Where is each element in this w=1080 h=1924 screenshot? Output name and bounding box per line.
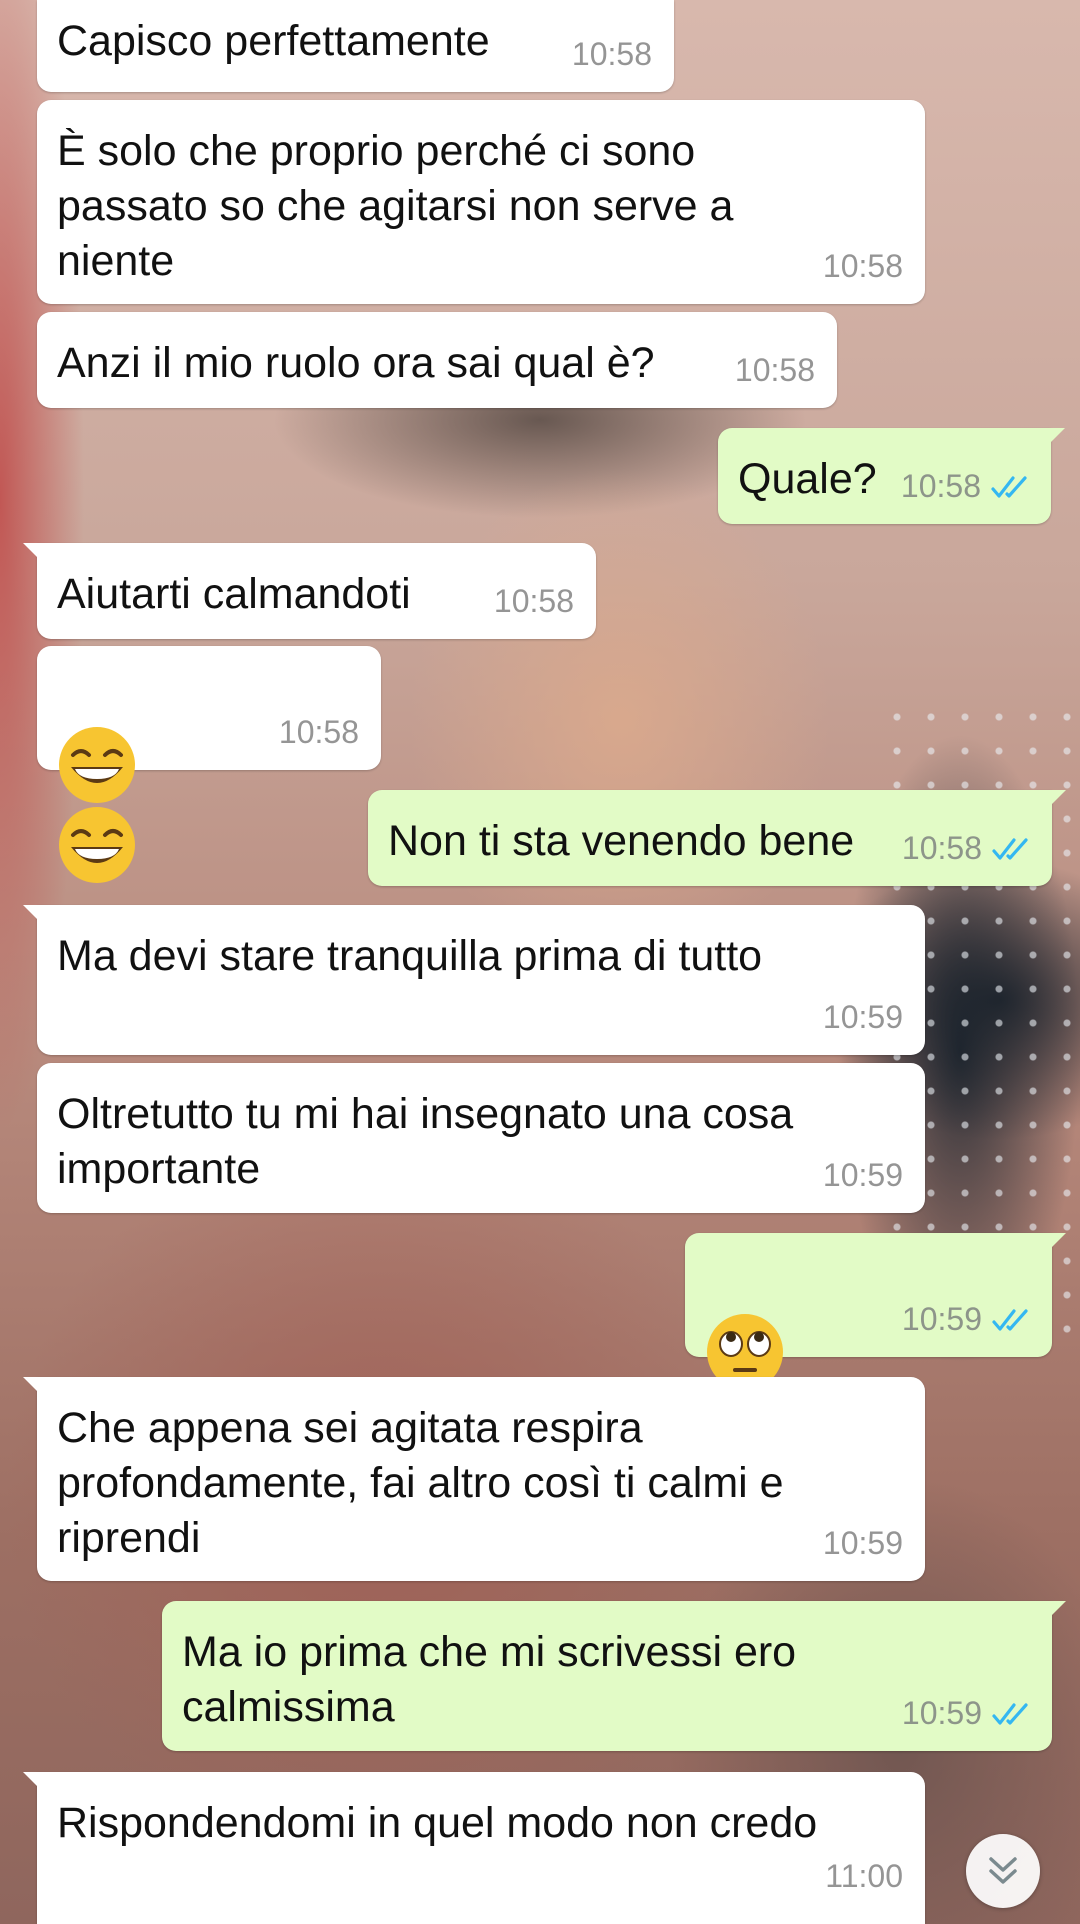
message-time: 10:59 — [822, 1525, 903, 1561]
message-time: 10:59 — [901, 1301, 982, 1337]
read-double-check-icon — [992, 837, 1028, 860]
incoming-message[interactable]: Aiutarti calmandoti 10:58 — [23, 543, 596, 639]
message-list[interactable]: Capisco perfettamente 10:58 È solo che p… — [0, 0, 1080, 1924]
incoming-message[interactable]: Anzi il mio ruolo ora sai qual è? 10:58 — [37, 312, 837, 408]
incoming-message[interactable]: 10:58 — [37, 646, 381, 883]
message-text: Anzi il mio ruolo ora sai qual è? — [57, 339, 655, 387]
message-time: 10:58 — [571, 36, 652, 72]
bubble-tail — [1044, 1233, 1066, 1255]
message-text: È solo che proprio perché ci sono passat… — [57, 127, 734, 285]
message-time: 10:59 — [901, 1695, 982, 1731]
outgoing-message[interactable]: Ma io prima che mi scrivessi ero calmiss… — [162, 1601, 1066, 1751]
message-time: 10:58 — [822, 248, 903, 284]
read-double-check-icon — [992, 1702, 1028, 1725]
bubble-tail — [23, 1377, 45, 1399]
message-time: 10:58 — [278, 714, 359, 750]
bubble-tail — [23, 1772, 45, 1794]
message-text: Ma devi stare tranquilla prima di tutto — [57, 932, 763, 980]
message-time: 10:58 — [734, 352, 815, 388]
grinning-face-emoji — [59, 807, 135, 883]
message-time: 10:58 — [900, 468, 981, 504]
bubble-tail — [1043, 428, 1065, 450]
message-text: Ma io prima che mi scrivessi ero calmiss… — [182, 1628, 797, 1731]
grinning-face-emoji — [59, 727, 135, 803]
incoming-message[interactable]: Che appena sei agitata respira profondam… — [23, 1377, 925, 1581]
incoming-message[interactable]: Ma devi stare tranquilla prima di tutto … — [23, 905, 925, 1055]
outgoing-message[interactable]: Non ti sta venendo bene 10:58 — [368, 790, 1066, 886]
message-time: 10:58 — [901, 830, 982, 866]
message-text: Che appena sei agitata respira profondam… — [57, 1404, 784, 1562]
incoming-message[interactable]: Capisco perfettamente 10:58 — [37, 0, 674, 92]
bubble-tail — [23, 543, 45, 565]
scroll-to-bottom-button[interactable] — [966, 1834, 1040, 1908]
message-time: 10:59 — [822, 1157, 903, 1193]
bubble-tail — [1044, 790, 1066, 812]
read-double-check-icon — [992, 1308, 1028, 1331]
bubble-tail — [23, 905, 45, 927]
outgoing-message[interactable]: 10:59 — [685, 1233, 1066, 1470]
bubble-tail — [1044, 1601, 1066, 1623]
read-double-check-icon — [991, 475, 1027, 498]
incoming-message[interactable]: Rispondendomi in quel modo non credo 11:… — [23, 1772, 925, 1924]
message-time: 11:00 — [825, 1858, 903, 1894]
incoming-message[interactable]: Oltretutto tu mi hai insegnato una cosa … — [37, 1063, 925, 1213]
outgoing-message[interactable]: Quale? 10:58 — [718, 428, 1065, 524]
message-time: 10:58 — [493, 583, 574, 619]
message-text: Capisco perfettamente — [57, 17, 490, 65]
message-text: Rispondendomi in quel modo non credo — [57, 1799, 818, 1847]
message-time: 10:59 — [822, 999, 903, 1035]
incoming-message[interactable]: È solo che proprio perché ci sono passat… — [37, 100, 925, 304]
message-text: Oltretutto tu mi hai insegnato una cosa … — [57, 1090, 794, 1193]
chevron-double-down-icon — [989, 1857, 1017, 1884]
